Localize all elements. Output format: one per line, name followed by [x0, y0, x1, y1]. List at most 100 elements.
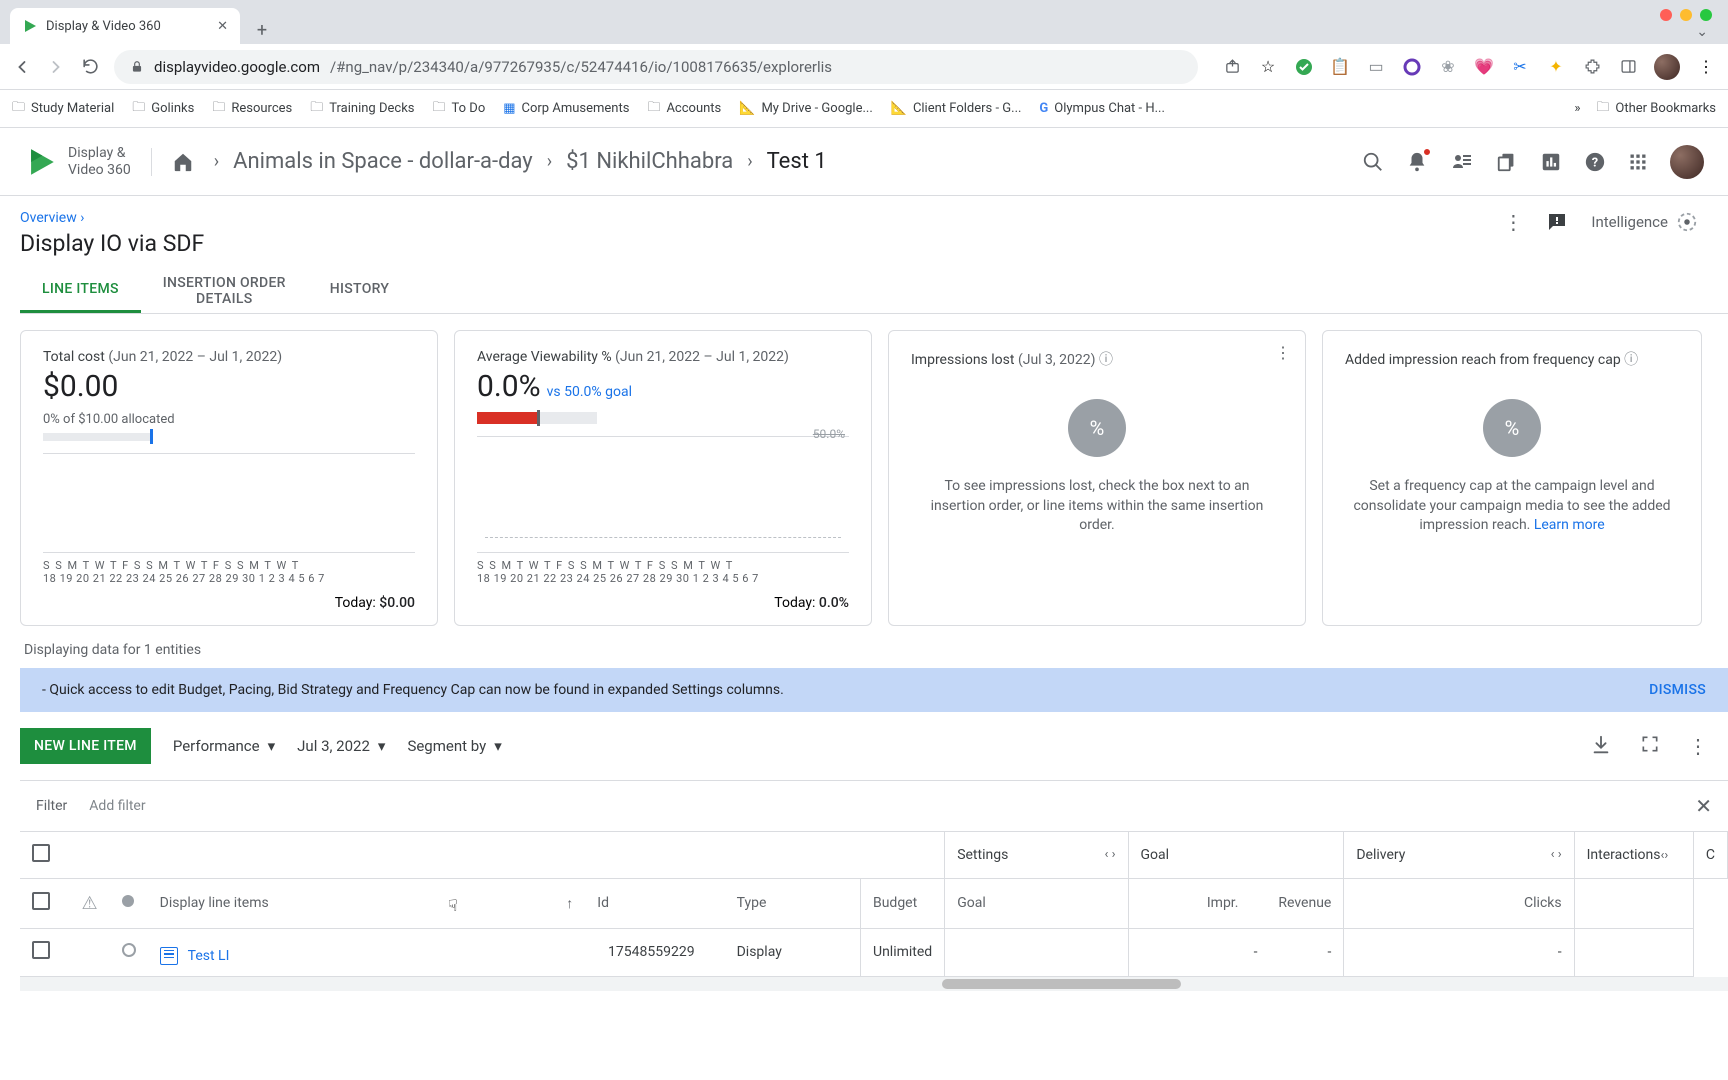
bookmarks-overflow[interactable]: »: [1574, 101, 1580, 116]
select-all-sub-checkbox[interactable]: [32, 892, 50, 910]
col-id[interactable]: Id: [585, 878, 724, 928]
col-group-settings[interactable]: Settings ‹ ›: [945, 832, 1128, 878]
col-group-delivery[interactable]: Delivery ‹ ›: [1344, 832, 1574, 878]
mac-close-dot[interactable]: [1660, 9, 1672, 21]
extensions-icon[interactable]: [1582, 57, 1602, 77]
tab-io-details[interactable]: INSERTION ORDERDETAILS: [141, 269, 308, 313]
budget-allocation-text: 0% of $10.00 allocated: [43, 412, 415, 427]
row-checkbox[interactable]: [32, 941, 50, 959]
other-bookmarks[interactable]: 🗀Other Bookmarks: [1596, 98, 1716, 120]
col-budget[interactable]: Budget: [860, 878, 944, 928]
breadcrumb-campaign[interactable]: $1 NikhilChhabra: [566, 149, 733, 174]
url-domain: displayvideo.google.com: [154, 58, 320, 76]
bookmark-study-material[interactable]: 🗀Study Material: [12, 98, 114, 120]
new-line-item-button[interactable]: NEW LINE ITEM: [20, 728, 151, 764]
ext-scissors-icon[interactable]: ✂: [1510, 57, 1530, 77]
cards-next-button[interactable]: [1718, 330, 1728, 626]
notifications-icon[interactable]: [1406, 151, 1428, 173]
fullscreen-icon[interactable]: [1640, 734, 1660, 758]
bookmark-todo[interactable]: 🗀To Do: [433, 98, 486, 120]
analytics-icon[interactable]: [1540, 151, 1562, 173]
tab-close-icon[interactable]: ✕: [217, 19, 228, 34]
bookmark-olympus-chat[interactable]: GOlympus Chat - H...: [1039, 101, 1164, 116]
freq-cap-desc: Set a frequency cap at the campaign leve…: [1345, 477, 1679, 536]
info-icon[interactable]: ⓘ: [1099, 352, 1113, 368]
table-row[interactable]: Test LI 17548559229 Display Unlimited --…: [20, 928, 1728, 976]
copy-icon[interactable]: [1496, 151, 1518, 173]
bookmark-client-folders[interactable]: 📐Client Folders - G...: [891, 101, 1022, 116]
star-icon[interactable]: ☆: [1258, 57, 1278, 77]
horizontal-scrollbar[interactable]: [20, 977, 1728, 991]
col-goal[interactable]: Goal: [945, 878, 1128, 928]
download-icon[interactable]: [1590, 734, 1612, 758]
impressions-lost-desc: To see impressions lost, check the box n…: [911, 477, 1283, 536]
new-tab-button[interactable]: +: [248, 16, 276, 44]
segment-dropdown[interactable]: Segment by ▾: [407, 737, 501, 755]
share-icon[interactable]: [1222, 57, 1242, 77]
header-actions: ?: [1362, 145, 1704, 179]
line-item-name-link[interactable]: Test LI: [188, 948, 230, 964]
ext-sparkle-icon[interactable]: ✦: [1546, 57, 1566, 77]
add-filter-button[interactable]: Add filter: [89, 798, 145, 814]
page-title: Display IO via SDF: [20, 230, 1503, 257]
mac-minimize-dot[interactable]: [1680, 9, 1692, 21]
side-panel-icon[interactable]: [1618, 57, 1638, 77]
ext-purple-circle-icon[interactable]: [1402, 57, 1422, 77]
col-type[interactable]: Type: [725, 878, 861, 928]
close-filter-icon[interactable]: ✕: [1695, 794, 1712, 818]
info-icon[interactable]: ⓘ: [1624, 352, 1638, 368]
search-icon[interactable]: [1362, 151, 1384, 173]
tab-list-dropdown-icon[interactable]: ⌄: [1686, 20, 1718, 44]
select-all-checkbox[interactable]: [32, 844, 50, 862]
ext-card-icon[interactable]: ▭: [1366, 57, 1386, 77]
col-group-interactions[interactable]: Interactions‹›: [1574, 832, 1693, 878]
ext-heart-icon[interactable]: 💗: [1474, 57, 1494, 77]
address-bar[interactable]: displayvideo.google.com/#ng_nav/p/234340…: [114, 50, 1198, 84]
apps-icon[interactable]: [1628, 152, 1648, 172]
chrome-menu-icon[interactable]: ⋮: [1696, 57, 1716, 77]
browser-tab-active[interactable]: Display & Video 360 ✕: [10, 8, 240, 44]
feedback-icon[interactable]: [1545, 210, 1569, 234]
bookmark-golinks[interactable]: 🗀Golinks: [132, 98, 194, 120]
mac-maximize-dot[interactable]: [1700, 9, 1712, 21]
home-icon[interactable]: [172, 151, 194, 173]
col-display-line-items[interactable]: Display line items ↑: [148, 878, 586, 928]
intelligence-button[interactable]: Intelligence: [1591, 211, 1698, 233]
filter-bar: Filter Add filter ✕: [20, 780, 1728, 832]
back-button[interactable]: [12, 57, 32, 77]
bookmark-corp-amusements[interactable]: ▦Corp Amusements: [503, 101, 629, 116]
col-clicks[interactable]: Clicks: [1344, 878, 1574, 928]
ext-leaf-icon[interactable]: ❀: [1438, 57, 1458, 77]
col-group-c: C: [1693, 832, 1727, 878]
bookmark-training-decks[interactable]: 🗀Training Decks: [310, 98, 414, 120]
team-icon[interactable]: [1450, 150, 1474, 174]
bookmark-accounts[interactable]: 🗀Accounts: [647, 98, 721, 120]
card-menu-icon[interactable]: ⋮: [1275, 343, 1291, 362]
performance-dropdown[interactable]: Performance ▾: [173, 737, 275, 755]
profile-avatar[interactable]: [1654, 54, 1680, 80]
overview-link[interactable]: Overview ›: [20, 210, 1503, 226]
expand-icon[interactable]: ‹ ›: [1104, 847, 1115, 862]
breadcrumb-advertiser[interactable]: Animals in Space - dollar-a-day: [233, 149, 533, 174]
expand-icon[interactable]: ‹›: [1661, 848, 1669, 863]
reload-button[interactable]: [80, 57, 100, 76]
dismiss-button[interactable]: DISMISS: [1649, 682, 1706, 698]
bookmark-resources[interactable]: 🗀Resources: [212, 98, 292, 120]
learn-more-link[interactable]: Learn more: [1534, 517, 1605, 533]
sort-asc-icon[interactable]: ↑: [566, 895, 573, 912]
date-dropdown[interactable]: Jul 3, 2022 ▾: [297, 737, 385, 755]
ext-calendar-icon[interactable]: 📋: [1330, 57, 1350, 77]
page-menu-icon[interactable]: ⋮: [1503, 210, 1523, 234]
user-avatar[interactable]: [1670, 145, 1704, 179]
help-icon[interactable]: ?: [1584, 151, 1606, 173]
tab-line-items[interactable]: LINE ITEMS: [20, 269, 141, 313]
ext-green-check-icon[interactable]: [1294, 57, 1314, 77]
bookmark-my-drive[interactable]: 📐My Drive - Google...: [739, 101, 872, 116]
forward-button[interactable]: [46, 57, 66, 77]
tab-history[interactable]: HISTORY: [308, 269, 412, 313]
expand-icon[interactable]: ‹ ›: [1551, 847, 1562, 862]
app-logo[interactable]: Display &Video 360: [24, 145, 131, 179]
cell-id: 17548559229: [585, 928, 724, 976]
cell-clicks: -: [1344, 928, 1574, 976]
table-menu-icon[interactable]: ⋮: [1688, 734, 1708, 758]
